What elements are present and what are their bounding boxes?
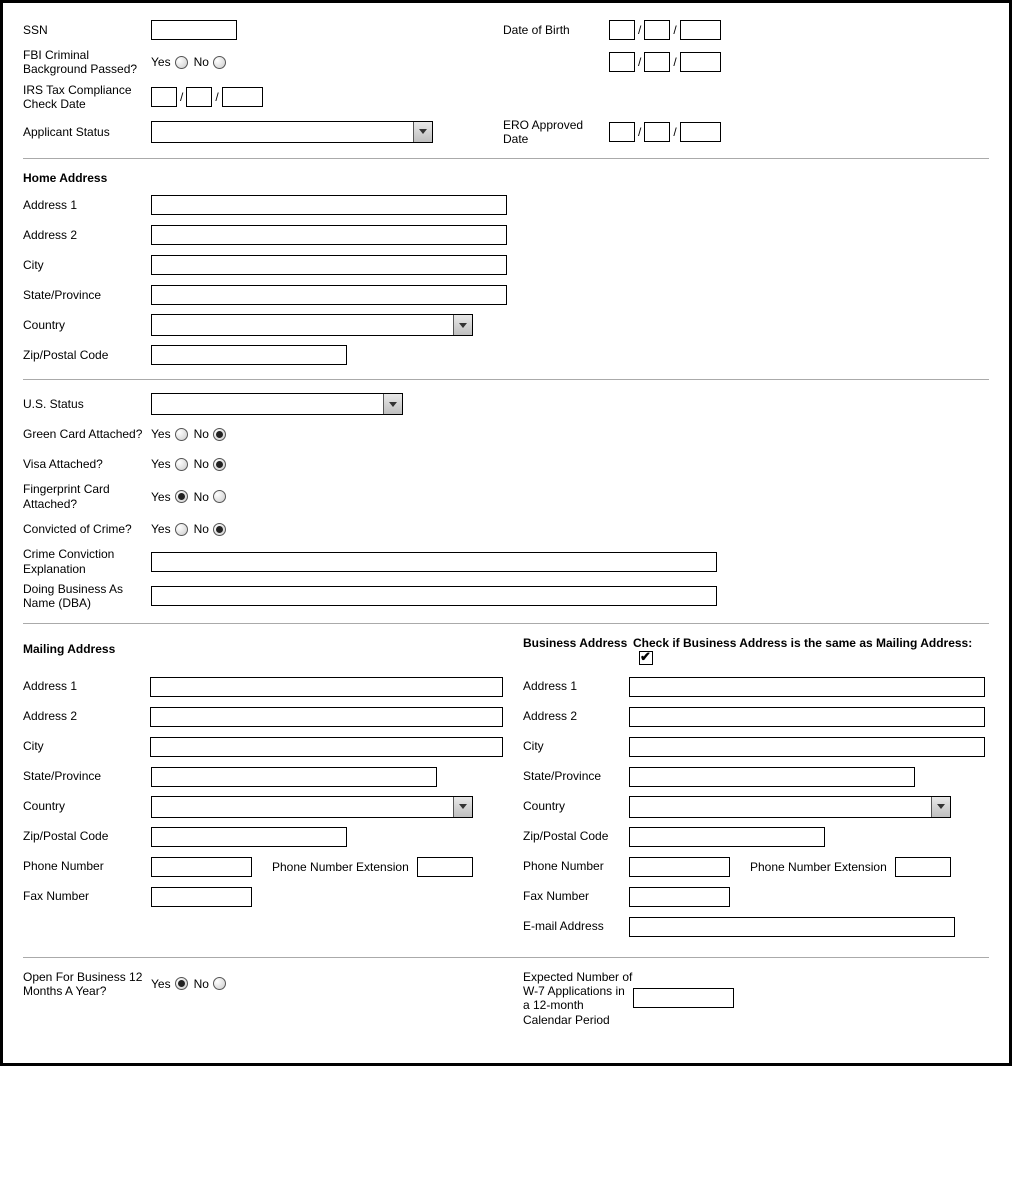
w7-label: Expected Number of W-7 Applications in a… xyxy=(523,970,633,1028)
fbi-yes-radio[interactable] xyxy=(175,56,188,69)
applicant-status-select[interactable] xyxy=(151,121,433,143)
dropdown-icon xyxy=(413,122,432,142)
fbi-date-y[interactable] xyxy=(680,52,721,72)
mail-zip-input[interactable] xyxy=(151,827,347,847)
dropdown-icon xyxy=(453,315,472,335)
fbi-no-radio[interactable] xyxy=(213,56,226,69)
mail-city-input[interactable] xyxy=(150,737,503,757)
home-addr2-input[interactable] xyxy=(151,225,507,245)
fbi-yes-label: Yes xyxy=(151,55,171,69)
fingerprint-label: Fingerprint Card Attached? xyxy=(23,482,151,511)
fbi-date-m[interactable] xyxy=(609,52,635,72)
business-address-heading: Business Address xyxy=(523,636,633,665)
home-addr1-label: Address 1 xyxy=(23,198,151,212)
mail-phone-ext-input[interactable] xyxy=(417,857,473,877)
mail-country-select[interactable] xyxy=(151,796,473,818)
ssn-input[interactable] xyxy=(151,20,237,40)
bus-phone-input[interactable] xyxy=(629,857,730,877)
visa-no-radio[interactable] xyxy=(213,458,226,471)
mail-addr1-input[interactable] xyxy=(150,677,503,697)
open12-label: Open For Business 12 Months A Year? xyxy=(23,970,151,999)
bus-addr2-input[interactable] xyxy=(629,707,985,727)
dob-slash2: / xyxy=(673,23,676,37)
bus-addr1-input[interactable] xyxy=(629,677,985,697)
bus-fax-input[interactable] xyxy=(629,887,730,907)
home-zip-label: Zip/Postal Code xyxy=(23,348,151,362)
dob-label: Date of Birth xyxy=(503,23,609,37)
ero-date-y[interactable] xyxy=(680,122,721,142)
ero-approved-label: ERO Approved Date xyxy=(503,118,609,147)
bus-country-select[interactable] xyxy=(629,796,951,818)
home-state-input[interactable] xyxy=(151,285,507,305)
dropdown-icon xyxy=(453,797,472,817)
ero-date-m[interactable] xyxy=(609,122,635,142)
us-status-select[interactable] xyxy=(151,393,403,415)
form-page: SSN Date of Birth / / FBI Criminal Backg… xyxy=(0,0,1012,1066)
ero-date-d[interactable] xyxy=(644,122,670,142)
home-zip-input[interactable] xyxy=(151,345,347,365)
visa-yes-radio[interactable] xyxy=(175,458,188,471)
dropdown-icon xyxy=(931,797,950,817)
green-card-no-radio[interactable] xyxy=(213,428,226,441)
irs-date-y[interactable] xyxy=(222,87,263,107)
dba-label: Doing Business As Name (DBA) xyxy=(23,582,151,611)
home-country-select[interactable] xyxy=(151,314,473,336)
dropdown-icon xyxy=(383,394,402,414)
dob-month[interactable] xyxy=(609,20,635,40)
visa-label: Visa Attached? xyxy=(23,457,151,471)
home-city-label: City xyxy=(23,258,151,272)
bus-zip-input[interactable] xyxy=(629,827,825,847)
bus-city-input[interactable] xyxy=(629,737,985,757)
same-as-mailing-checkbox[interactable] xyxy=(639,651,653,665)
w7-input[interactable] xyxy=(633,988,734,1008)
irs-date-d[interactable] xyxy=(186,87,212,107)
convicted-label: Convicted of Crime? xyxy=(23,522,151,536)
home-addr1-input[interactable] xyxy=(151,195,507,215)
ssn-label: SSN xyxy=(23,23,151,37)
crime-expl-label: Crime Conviction Explanation xyxy=(23,547,151,576)
dob-day[interactable] xyxy=(644,20,670,40)
irs-date-label: IRS Tax Compliance Check Date xyxy=(23,83,151,112)
bus-phone-ext-input[interactable] xyxy=(895,857,951,877)
mail-phone-input[interactable] xyxy=(151,857,252,877)
home-addr2-label: Address 2 xyxy=(23,228,151,242)
dob-year[interactable] xyxy=(680,20,721,40)
home-city-input[interactable] xyxy=(151,255,507,275)
mail-fax-input[interactable] xyxy=(151,887,252,907)
fingerprint-no-radio[interactable] xyxy=(213,490,226,503)
home-state-label: State/Province xyxy=(23,288,151,302)
fingerprint-yes-radio[interactable] xyxy=(175,490,188,503)
fbi-no-label: No xyxy=(194,55,209,69)
crime-expl-input[interactable] xyxy=(151,552,717,572)
dob-slash1: / xyxy=(638,23,641,37)
bus-state-input[interactable] xyxy=(629,767,915,787)
fbi-label: FBI Criminal Background Passed? xyxy=(23,48,151,77)
open12-yes-radio[interactable] xyxy=(175,977,188,990)
green-card-yes-radio[interactable] xyxy=(175,428,188,441)
mail-state-input[interactable] xyxy=(151,767,437,787)
home-address-heading: Home Address xyxy=(23,171,989,185)
mail-addr2-input[interactable] xyxy=(150,707,503,727)
bus-email-input[interactable] xyxy=(629,917,955,937)
irs-date-m[interactable] xyxy=(151,87,177,107)
same-as-mailing-label: Check if Business Address is the same as… xyxy=(633,636,989,665)
dba-input[interactable] xyxy=(151,586,717,606)
open12-no-radio[interactable] xyxy=(213,977,226,990)
convicted-no-radio[interactable] xyxy=(213,523,226,536)
mailing-address-heading: Mailing Address xyxy=(23,642,503,656)
convicted-yes-radio[interactable] xyxy=(175,523,188,536)
green-card-label: Green Card Attached? xyxy=(23,427,151,441)
home-country-label: Country xyxy=(23,318,151,332)
fbi-date-d[interactable] xyxy=(644,52,670,72)
us-status-label: U.S. Status xyxy=(23,397,151,411)
applicant-status-label: Applicant Status xyxy=(23,125,151,139)
